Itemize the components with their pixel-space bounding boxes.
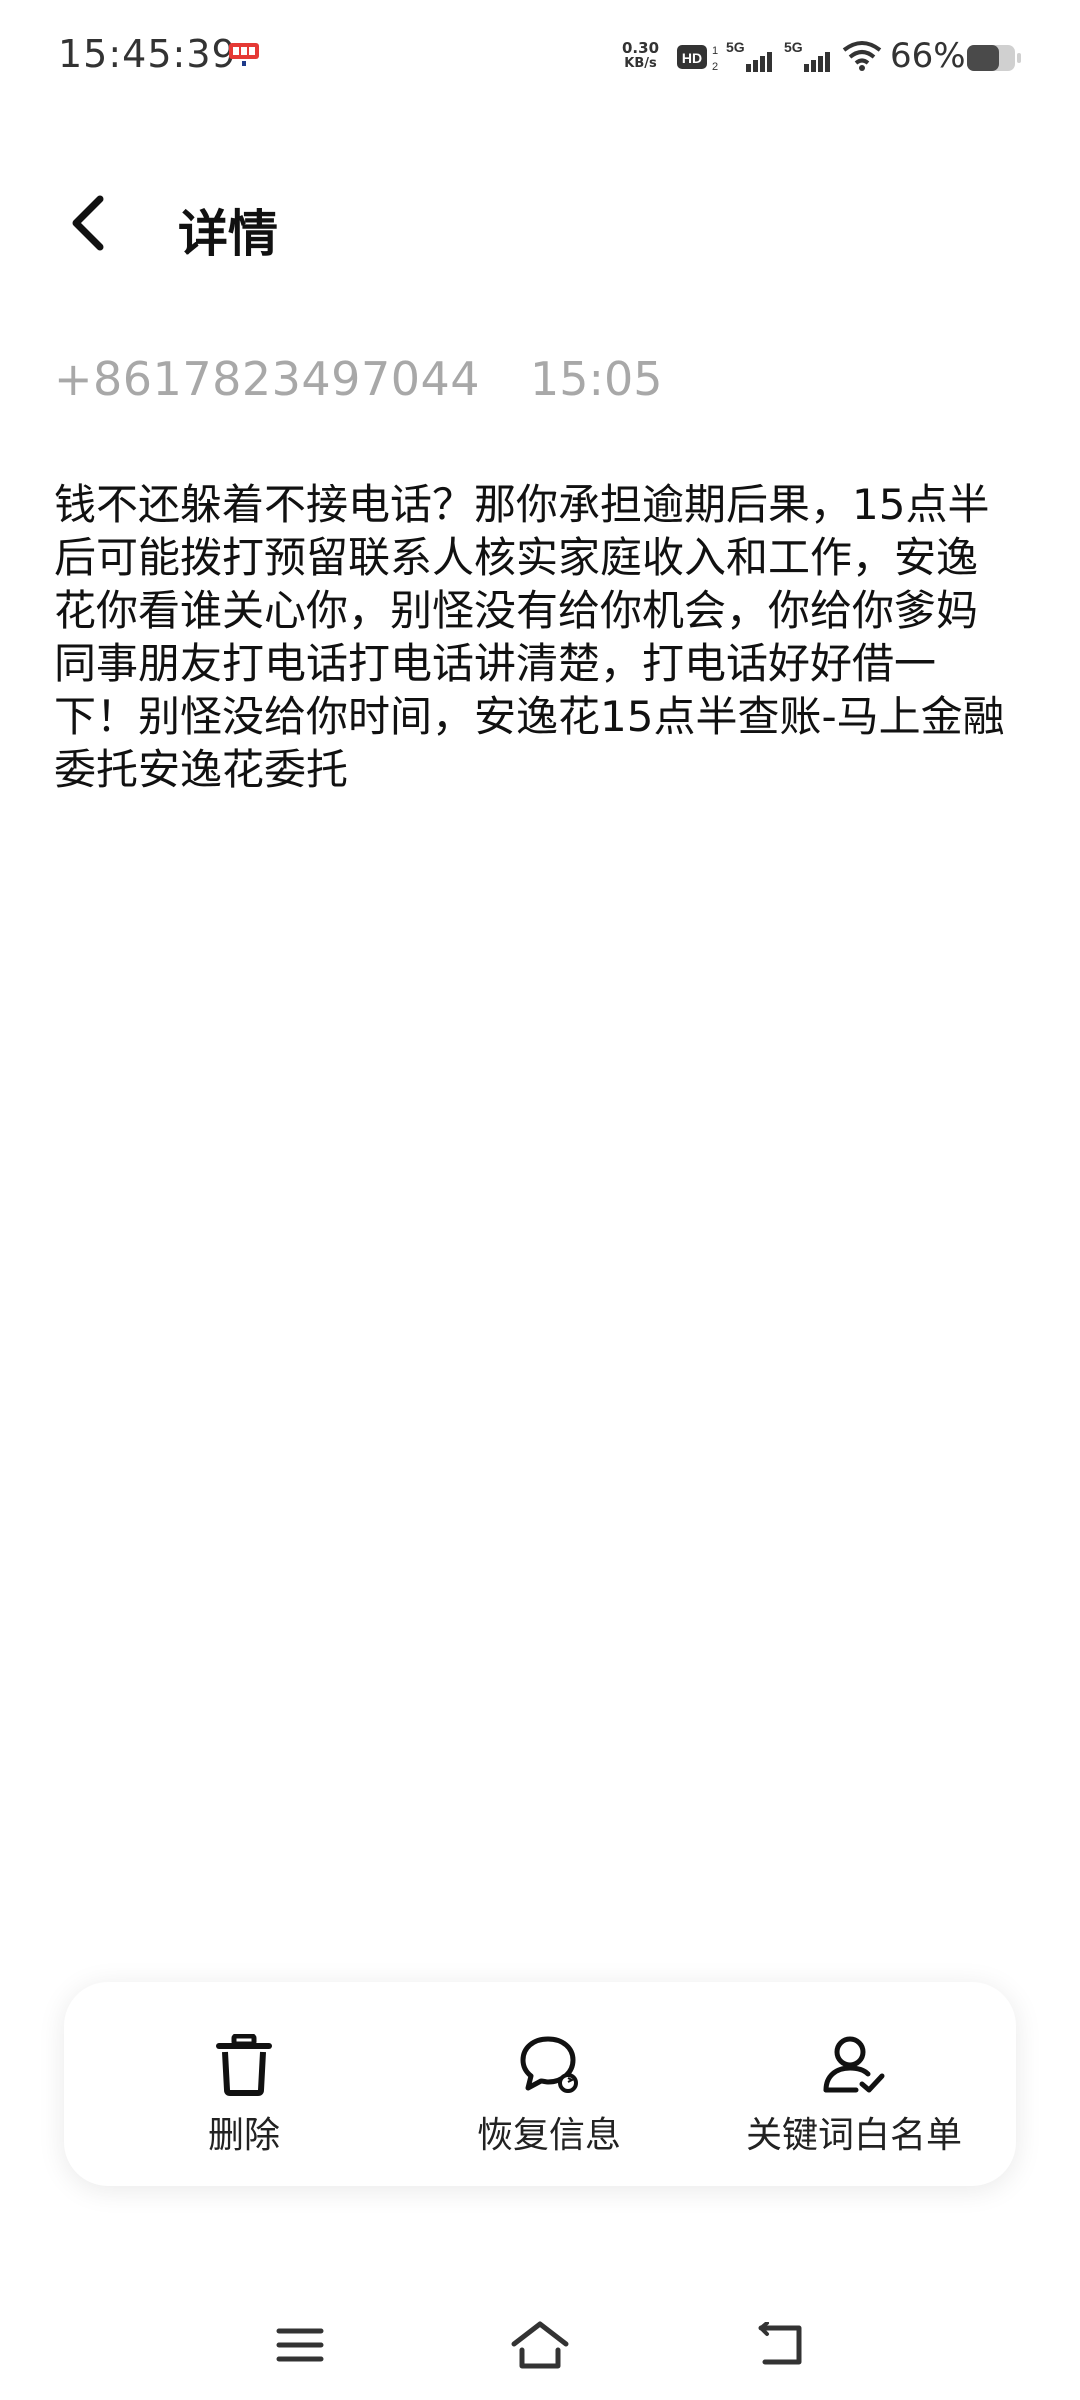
message-time: 15:05 xyxy=(530,352,663,406)
status-bar: 15:45:39 0.30 KB/s HD 1 2 5G 5G 66% xyxy=(0,0,1080,120)
cellular-signal-1-icon: 5G xyxy=(726,38,776,78)
svg-text:HD: HD xyxy=(682,50,702,66)
restore-message-button[interactable]: 恢复信息 xyxy=(449,1982,649,2186)
svg-text:5G: 5G xyxy=(726,39,745,55)
recent-apps-button[interactable] xyxy=(260,2310,340,2380)
sim-card-icon xyxy=(228,42,260,66)
back-button[interactable] xyxy=(58,188,118,258)
sender-number[interactable]: +8617823497044 xyxy=(54,352,480,406)
home-icon xyxy=(511,2321,569,2369)
restore-message-label: 恢复信息 xyxy=(476,2115,621,2156)
action-card: 删除 恢复信息 关键词白名单 xyxy=(64,1982,1016,2186)
keyword-whitelist-label: 关键词白名单 xyxy=(745,2115,962,2156)
network-speed-unit: KB/s xyxy=(624,56,657,71)
hd-voice-icon: HD 1 2 xyxy=(676,40,722,78)
keyword-whitelist-button[interactable]: 关键词白名单 xyxy=(714,1982,994,2186)
network-speed: 0.30 KB/s xyxy=(622,40,659,72)
network-speed-value: 0.30 xyxy=(622,39,660,57)
delete-button[interactable]: 删除 xyxy=(164,1982,324,2186)
status-time: 15:45:39 xyxy=(58,32,237,76)
user-check-icon xyxy=(822,2034,886,2096)
page-title: 详情 xyxy=(178,205,278,263)
system-back-button[interactable] xyxy=(740,2310,820,2380)
restore-chat-icon xyxy=(518,2034,580,2096)
trash-icon xyxy=(216,2034,272,2096)
svg-text:5G: 5G xyxy=(784,39,803,55)
message-body[interactable]: 钱不还躲着不接电话？那你承担逾期后果，15点半后可能拨打预留联系人核实家庭收入和… xyxy=(54,478,1014,796)
navigation-bar xyxy=(0,2300,1080,2400)
wifi-icon xyxy=(842,40,882,76)
menu-icon xyxy=(276,2328,324,2362)
home-button[interactable] xyxy=(500,2310,580,2380)
battery-percentage: 66% xyxy=(890,36,966,76)
battery-icon xyxy=(966,44,1022,76)
svg-text:1: 1 xyxy=(712,45,718,57)
svg-text:2: 2 xyxy=(712,61,718,73)
delete-label: 删除 xyxy=(207,2115,280,2156)
cellular-signal-2-icon: 5G xyxy=(784,38,834,78)
chevron-left-icon xyxy=(72,195,104,251)
back-arrow-icon xyxy=(758,2322,802,2365)
